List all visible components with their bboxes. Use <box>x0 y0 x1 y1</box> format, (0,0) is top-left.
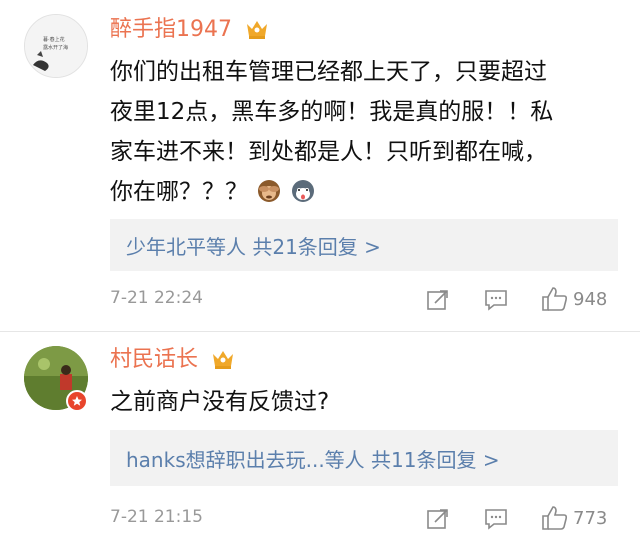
replies-summary-link[interactable]: 少年北平等人 共21条回复 > <box>110 219 618 271</box>
comment-button[interactable] <box>484 508 508 530</box>
username-text[interactable]: 醉手指1947 <box>110 17 232 42</box>
comment-line: 家车进不来！到处都是人！只听到都在喊， <box>110 139 547 165</box>
share-button[interactable] <box>426 508 450 530</box>
verified-badge-icon <box>66 390 88 412</box>
timestamp: 7-21 22:24 <box>110 288 203 308</box>
avatar[interactable]: 暮·春上花 露水开了海 <box>24 14 88 78</box>
comment-item: 村民话长 之前商户没有反馈过? hanks想辞职出去玩...等人 共11条回复 … <box>0 332 640 544</box>
crown-icon <box>247 21 267 39</box>
comment-line-text: 你在哪？？？ <box>110 179 248 205</box>
comment-line: 你在哪？？？ <box>110 172 610 212</box>
svg-text:露水开了海: 露水开了海 <box>43 44 68 51</box>
replies-summary-text[interactable]: hanks想辞职出去玩...等人 共11条回复 > <box>126 444 500 473</box>
like-button[interactable]: 773 <box>541 505 607 531</box>
like-button[interactable]: 948 <box>541 286 607 312</box>
like-icon <box>542 287 568 311</box>
share-icon <box>427 509 448 529</box>
replies-summary-link[interactable]: hanks想辞职出去玩...等人 共11条回复 > <box>110 430 618 486</box>
comment-text: 你们的出租车管理已经都上天了，只要超过 夜里12点，黑车多的啊！我是真的服！！私… <box>110 52 610 212</box>
share-button[interactable] <box>426 289 450 311</box>
comment-line: 之前商户没有反馈过? <box>110 389 330 415</box>
comment-line: 你们的出租车管理已经都上天了，只要超过 <box>110 59 547 85</box>
like-count: 773 <box>573 507 608 529</box>
username-text[interactable]: 村民话长 <box>110 347 198 372</box>
comment-line: 夜里12点，黑车多的啊！我是真的服！！私 <box>110 99 554 125</box>
comment-item: 暮·春上花 露水开了海 醉手指1947 你们的出租车管理已经都上天了，只要超过 … <box>0 0 640 332</box>
share-icon <box>427 290 448 310</box>
like-count: 948 <box>573 288 608 310</box>
comment-icon <box>485 509 507 530</box>
husky-dog-emoji <box>292 180 314 202</box>
comment-text: 之前商户没有反馈过? <box>110 382 610 422</box>
username[interactable]: 村民话长 <box>110 345 235 375</box>
timestamp: 7-21 21:15 <box>110 507 203 527</box>
like-icon <box>542 506 568 530</box>
comment-icon <box>485 290 507 311</box>
svg-text:暮·春上花: 暮·春上花 <box>43 36 65 43</box>
comment-button[interactable] <box>484 289 508 311</box>
crown-icon <box>213 351 234 369</box>
avatar-image: 暮·春上花 露水开了海 <box>25 15 87 77</box>
username[interactable]: 醉手指1947 <box>110 15 269 45</box>
avatar[interactable] <box>24 346 88 412</box>
see-no-evil-monkey-emoji <box>258 180 280 202</box>
replies-summary-text[interactable]: 少年北平等人 共21条回复 > <box>126 231 381 260</box>
